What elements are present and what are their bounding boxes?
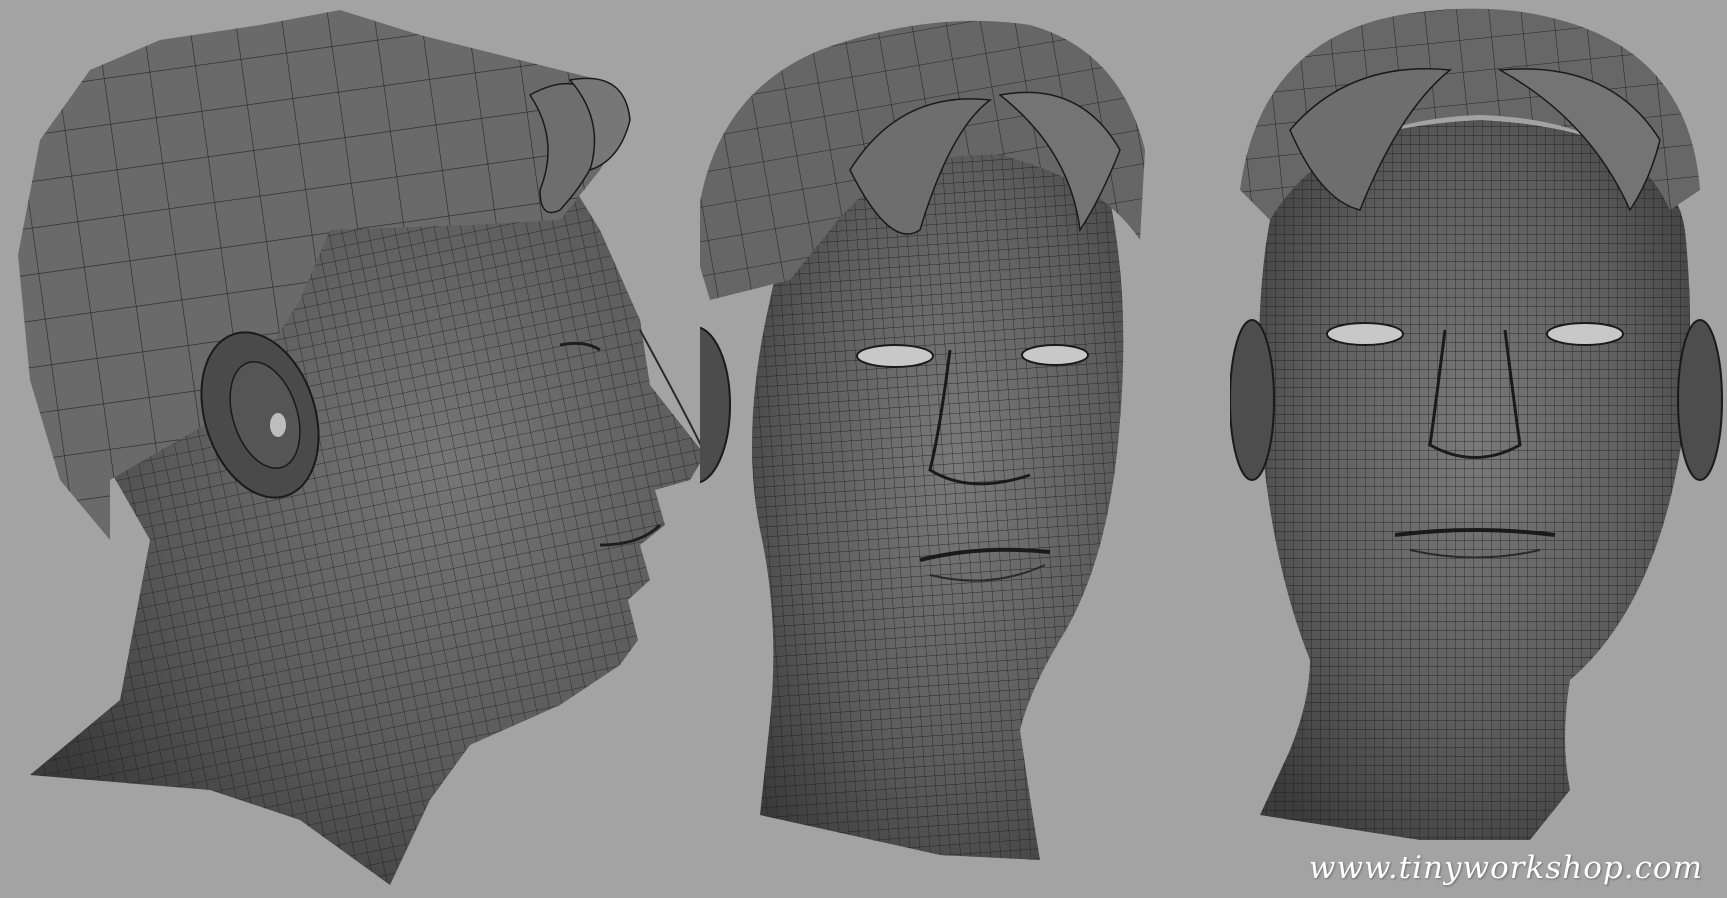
wireframe-head-three-quarter-icon: [700, 20, 1145, 860]
wireframe-head-front-icon: [1230, 8, 1723, 840]
wireframe-head-profile-icon: [18, 10, 706, 885]
watermark-text: www.tinyworkshop.com: [1308, 850, 1703, 886]
three-quarter-head-view: [700, 0, 1240, 898]
side-profile-head-view: [0, 0, 720, 898]
viewport-canvas: www.tinyworkshop.com: [0, 0, 1727, 898]
front-head-view: [1230, 0, 1727, 898]
